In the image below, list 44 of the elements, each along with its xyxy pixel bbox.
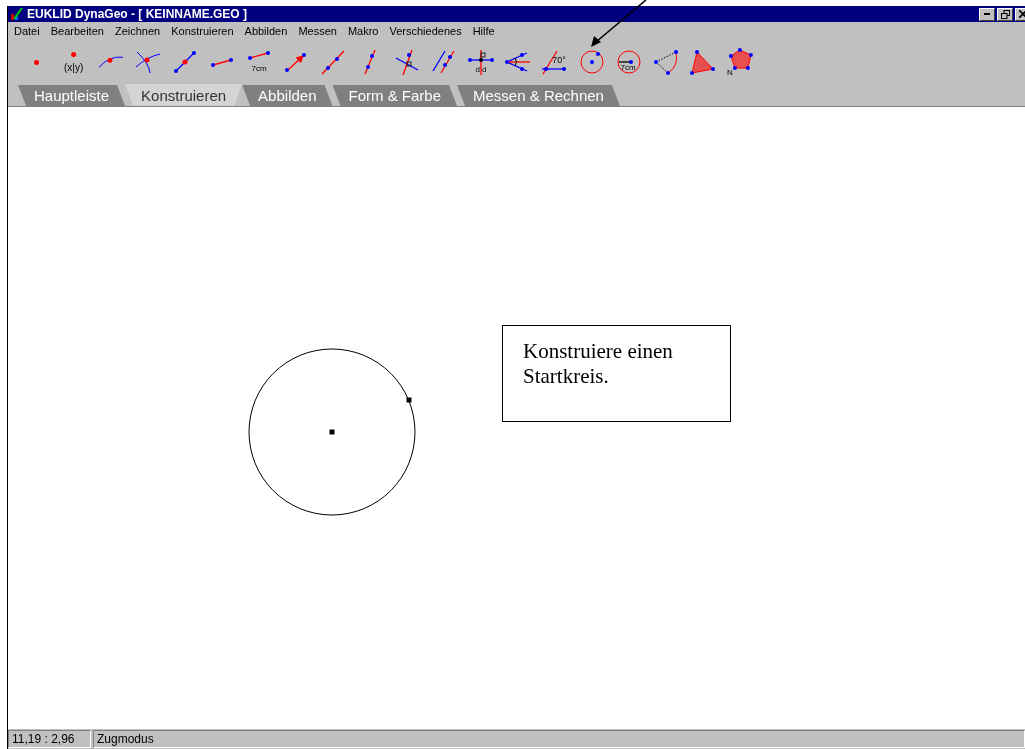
parallel-icon — [432, 50, 455, 74]
coordinate-point-tool[interactable]: (x|y) — [55, 45, 92, 79]
tab[interactable]: Hauptleiste — [18, 85, 126, 106]
menu-item[interactable]: Verschiedenes — [383, 22, 467, 40]
menu-item[interactable]: Messen — [292, 22, 342, 40]
point-on-curve-icon — [97, 55, 124, 69]
center-point — [329, 429, 335, 435]
restore-icon — [1000, 9, 1010, 19]
menu-item[interactable]: Hilfe — [466, 22, 500, 40]
menu-item[interactable]: Makro — [341, 22, 384, 40]
menu-item[interactable]: Datei — [8, 22, 45, 40]
circle-point — [406, 397, 412, 403]
tab[interactable]: Abbilden — [242, 85, 333, 106]
triangle-icon — [689, 48, 716, 76]
restore-button[interactable] — [997, 7, 1013, 21]
menu-item[interactable]: Abbilden — [238, 22, 293, 40]
tab[interactable]: Konstruieren — [125, 84, 243, 106]
segment-icon — [209, 56, 234, 68]
menu-item[interactable]: Bearbeiten — [44, 22, 109, 40]
note-text: Konstruiere einen Startkreis. — [523, 339, 673, 388]
ray-icon — [363, 49, 376, 75]
perpendicular-icon — [394, 48, 419, 76]
menu-item[interactable]: Konstruieren — [165, 22, 239, 40]
point-on-segment-icon — [172, 50, 197, 74]
tab[interactable]: Messen & Rechnen — [457, 85, 620, 106]
arc-icon — [652, 48, 679, 76]
mode-text: Zugmodus — [93, 730, 1025, 748]
line-icon — [320, 49, 345, 75]
minimize-button[interactable] — [979, 7, 995, 21]
angle-bisector-icon — [504, 52, 531, 72]
close-icon — [1019, 10, 1025, 18]
point-icon — [33, 58, 40, 66]
coordinates-text: 11,19 : 2,96 — [8, 730, 91, 748]
window-title: EUKLID DynaGeo - [ KEINNAME.GEO ] — [27, 6, 247, 23]
circle-icon — [579, 50, 604, 74]
minimize-icon — [984, 13, 990, 15]
circle-radius-tool[interactable]: 7cm — [610, 45, 647, 79]
tab[interactable]: Form & Farbe — [332, 85, 458, 106]
app-logo-icon — [10, 7, 24, 21]
menu-item[interactable]: Zeichnen — [108, 22, 166, 40]
vector-icon — [284, 51, 307, 73]
intersection-icon — [134, 50, 161, 74]
circle-radius-icon: 7cm — [616, 50, 641, 74]
segment-length-tool[interactable]: 7cm — [240, 45, 277, 79]
